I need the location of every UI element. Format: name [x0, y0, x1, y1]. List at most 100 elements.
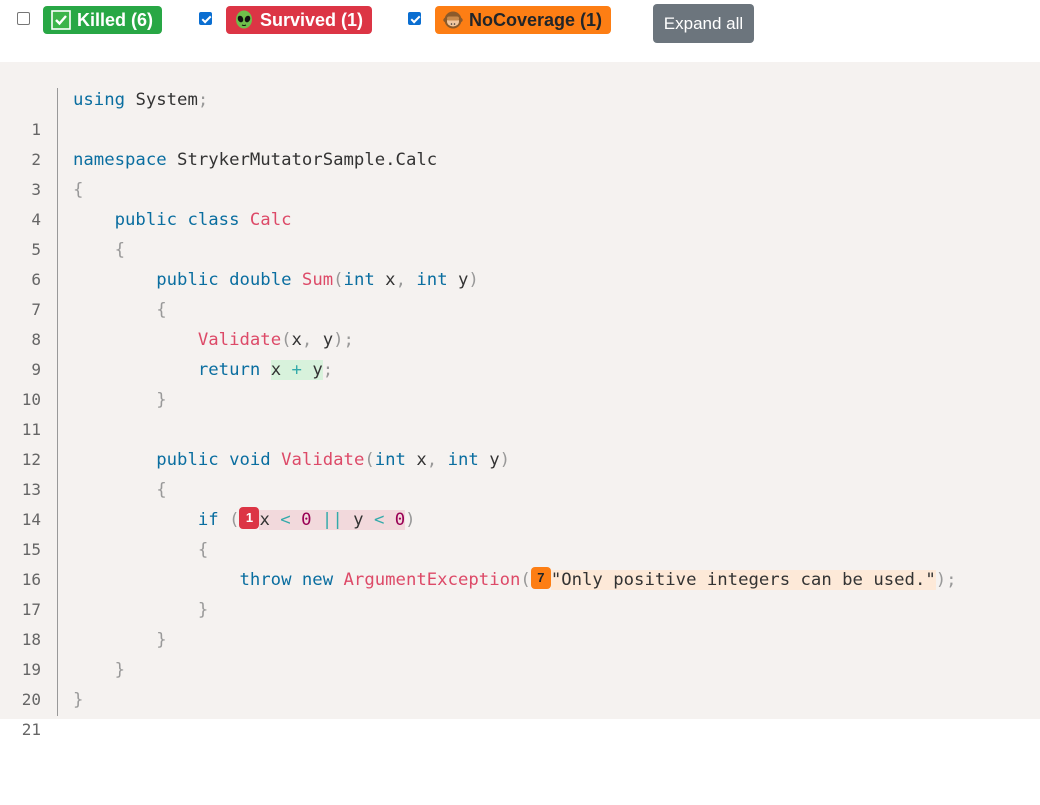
brace: } — [73, 690, 84, 710]
keyword: int — [447, 450, 479, 470]
keyword: if — [197, 510, 219, 530]
survived-checkbox[interactable] — [199, 12, 212, 25]
filter-nocoverage-badge-wrap: NoCoverage (1) — [435, 6, 612, 34]
string-literal: "Only positive integers can be used." — [550, 570, 936, 590]
nocoverage-badge[interactable]: NoCoverage (1) — [435, 6, 612, 34]
mutant-survived-highlight[interactable]: x < 0 || y < 0 — [259, 510, 406, 530]
code-line: 6 { — [0, 235, 1040, 289]
killed-label: Killed (6) — [77, 9, 154, 30]
line-source: Validate(x, y); — [73, 325, 354, 355]
line-source: } — [73, 385, 167, 415]
brace: } — [197, 600, 209, 620]
code-line: 20 } — [0, 655, 1040, 709]
identifier: y — [312, 360, 323, 380]
punctuation: , — [395, 270, 406, 290]
line-source: } — [73, 655, 125, 685]
punctuation: , — [426, 450, 438, 470]
keyword: public — [114, 210, 178, 230]
function-name: Sum — [301, 270, 334, 290]
code-line: 16 { — [0, 535, 1040, 589]
punctuation: ) — [499, 450, 511, 470]
punctuation: ) — [405, 510, 416, 530]
line-source: return x + y; — [73, 355, 333, 385]
nocoverage-mutant-badge[interactable]: 7 — [530, 567, 551, 589]
killed-checkbox[interactable] — [17, 12, 30, 25]
punctuation: ; — [197, 90, 209, 110]
punctuation: ) — [468, 270, 479, 290]
code-line: 19 } — [0, 625, 1040, 679]
identifier: System — [135, 90, 198, 110]
monkey-icon — [443, 10, 463, 30]
punctuation: , — [301, 330, 313, 350]
code-line: 7 public double Sum(int x, int y) — [0, 265, 1040, 319]
brace: } — [156, 390, 167, 410]
code-line: 13 public void Validate(int x, int y) — [0, 445, 1040, 499]
punctuation: ( — [229, 510, 240, 530]
code-line: 21 } — [0, 685, 1040, 739]
survived-mutant-badge[interactable]: 1 — [239, 507, 260, 529]
line-source: public double Sum(int x, int y) — [73, 265, 479, 295]
identifier: x — [385, 270, 396, 290]
killed-badge[interactable]: Killed (6) — [43, 6, 163, 34]
brace: { — [156, 300, 167, 320]
identifier: x — [416, 450, 427, 470]
code-line: 2 — [0, 115, 1040, 169]
line-source: } — [73, 625, 167, 655]
mutant-nocoverage-highlight[interactable]: "Only positive integers can be used." — [550, 570, 936, 590]
keyword: double — [229, 270, 292, 290]
keyword: throw — [239, 570, 292, 590]
punctuation: ( — [281, 330, 292, 350]
mutant-filter-toolbar: Killed (6) Survived (1) NoCoverage (1) E… — [0, 0, 1040, 62]
keyword: public — [156, 270, 219, 290]
code-viewer: 1 using System; 2 3 namespace StrykerMut… — [0, 62, 1040, 739]
punctuation: ( — [364, 450, 375, 470]
filter-survived — [199, 12, 212, 25]
line-number: 21 — [21, 720, 41, 739]
operator: < — [280, 510, 291, 530]
identifier: x — [259, 510, 270, 530]
filter-killed-badge-wrap: Killed (6) — [43, 6, 163, 34]
identifier: x — [270, 360, 282, 380]
function-name: Validate — [281, 450, 365, 470]
survived-badge[interactable]: Survived (1) — [226, 6, 373, 34]
punctuation: ( — [333, 270, 344, 290]
expand-all-button[interactable]: Expand all — [653, 4, 754, 43]
code-line: 5 public class Calc — [0, 205, 1040, 259]
keyword: namespace — [73, 150, 167, 170]
line-source: { — [73, 235, 125, 265]
code-line: 1 using System; — [0, 85, 1040, 139]
punctuation: ; — [322, 360, 334, 380]
keyword: return — [197, 360, 261, 380]
identifier: y — [322, 330, 334, 350]
line-source: { — [73, 295, 167, 325]
class-name: Calc — [249, 210, 292, 230]
brace: { — [114, 240, 126, 260]
line-source: using System; — [73, 85, 208, 115]
keyword: int — [416, 270, 448, 290]
keyword: new — [301, 570, 334, 590]
operator: || — [321, 510, 343, 530]
line-source: namespace StrykerMutatorSample.Calc — [73, 145, 437, 175]
code-line: 15 if (1 x < 0 || y < 0) — [0, 505, 1040, 559]
line-source: throw new ArgumentException(7 "Only posit… — [73, 565, 957, 595]
nocoverage-checkbox[interactable] — [408, 12, 421, 25]
mutant-killed-highlight[interactable]: x + y — [270, 360, 323, 380]
line-source: { — [73, 535, 208, 565]
filter-nocoverage — [408, 12, 421, 25]
nocoverage-label: NoCoverage (1) — [469, 9, 603, 30]
punctuation: ); — [935, 570, 957, 590]
identifier: y — [458, 270, 469, 290]
code-line: 14 { — [0, 475, 1040, 529]
keyword: public — [156, 450, 219, 470]
operator: < — [373, 510, 385, 530]
check-box-icon — [51, 10, 71, 30]
identifier: StrykerMutatorSample.Calc — [177, 150, 438, 170]
punctuation: ( — [520, 570, 531, 590]
code-line: 4 { — [0, 175, 1040, 229]
identifier: x — [291, 330, 302, 350]
line-source: public void Validate(int x, int y) — [73, 445, 510, 475]
operator: + — [291, 360, 302, 380]
line-source: if (1 x < 0 || y < 0) — [73, 505, 416, 535]
keyword: void — [229, 450, 271, 470]
brace: } — [156, 630, 167, 650]
